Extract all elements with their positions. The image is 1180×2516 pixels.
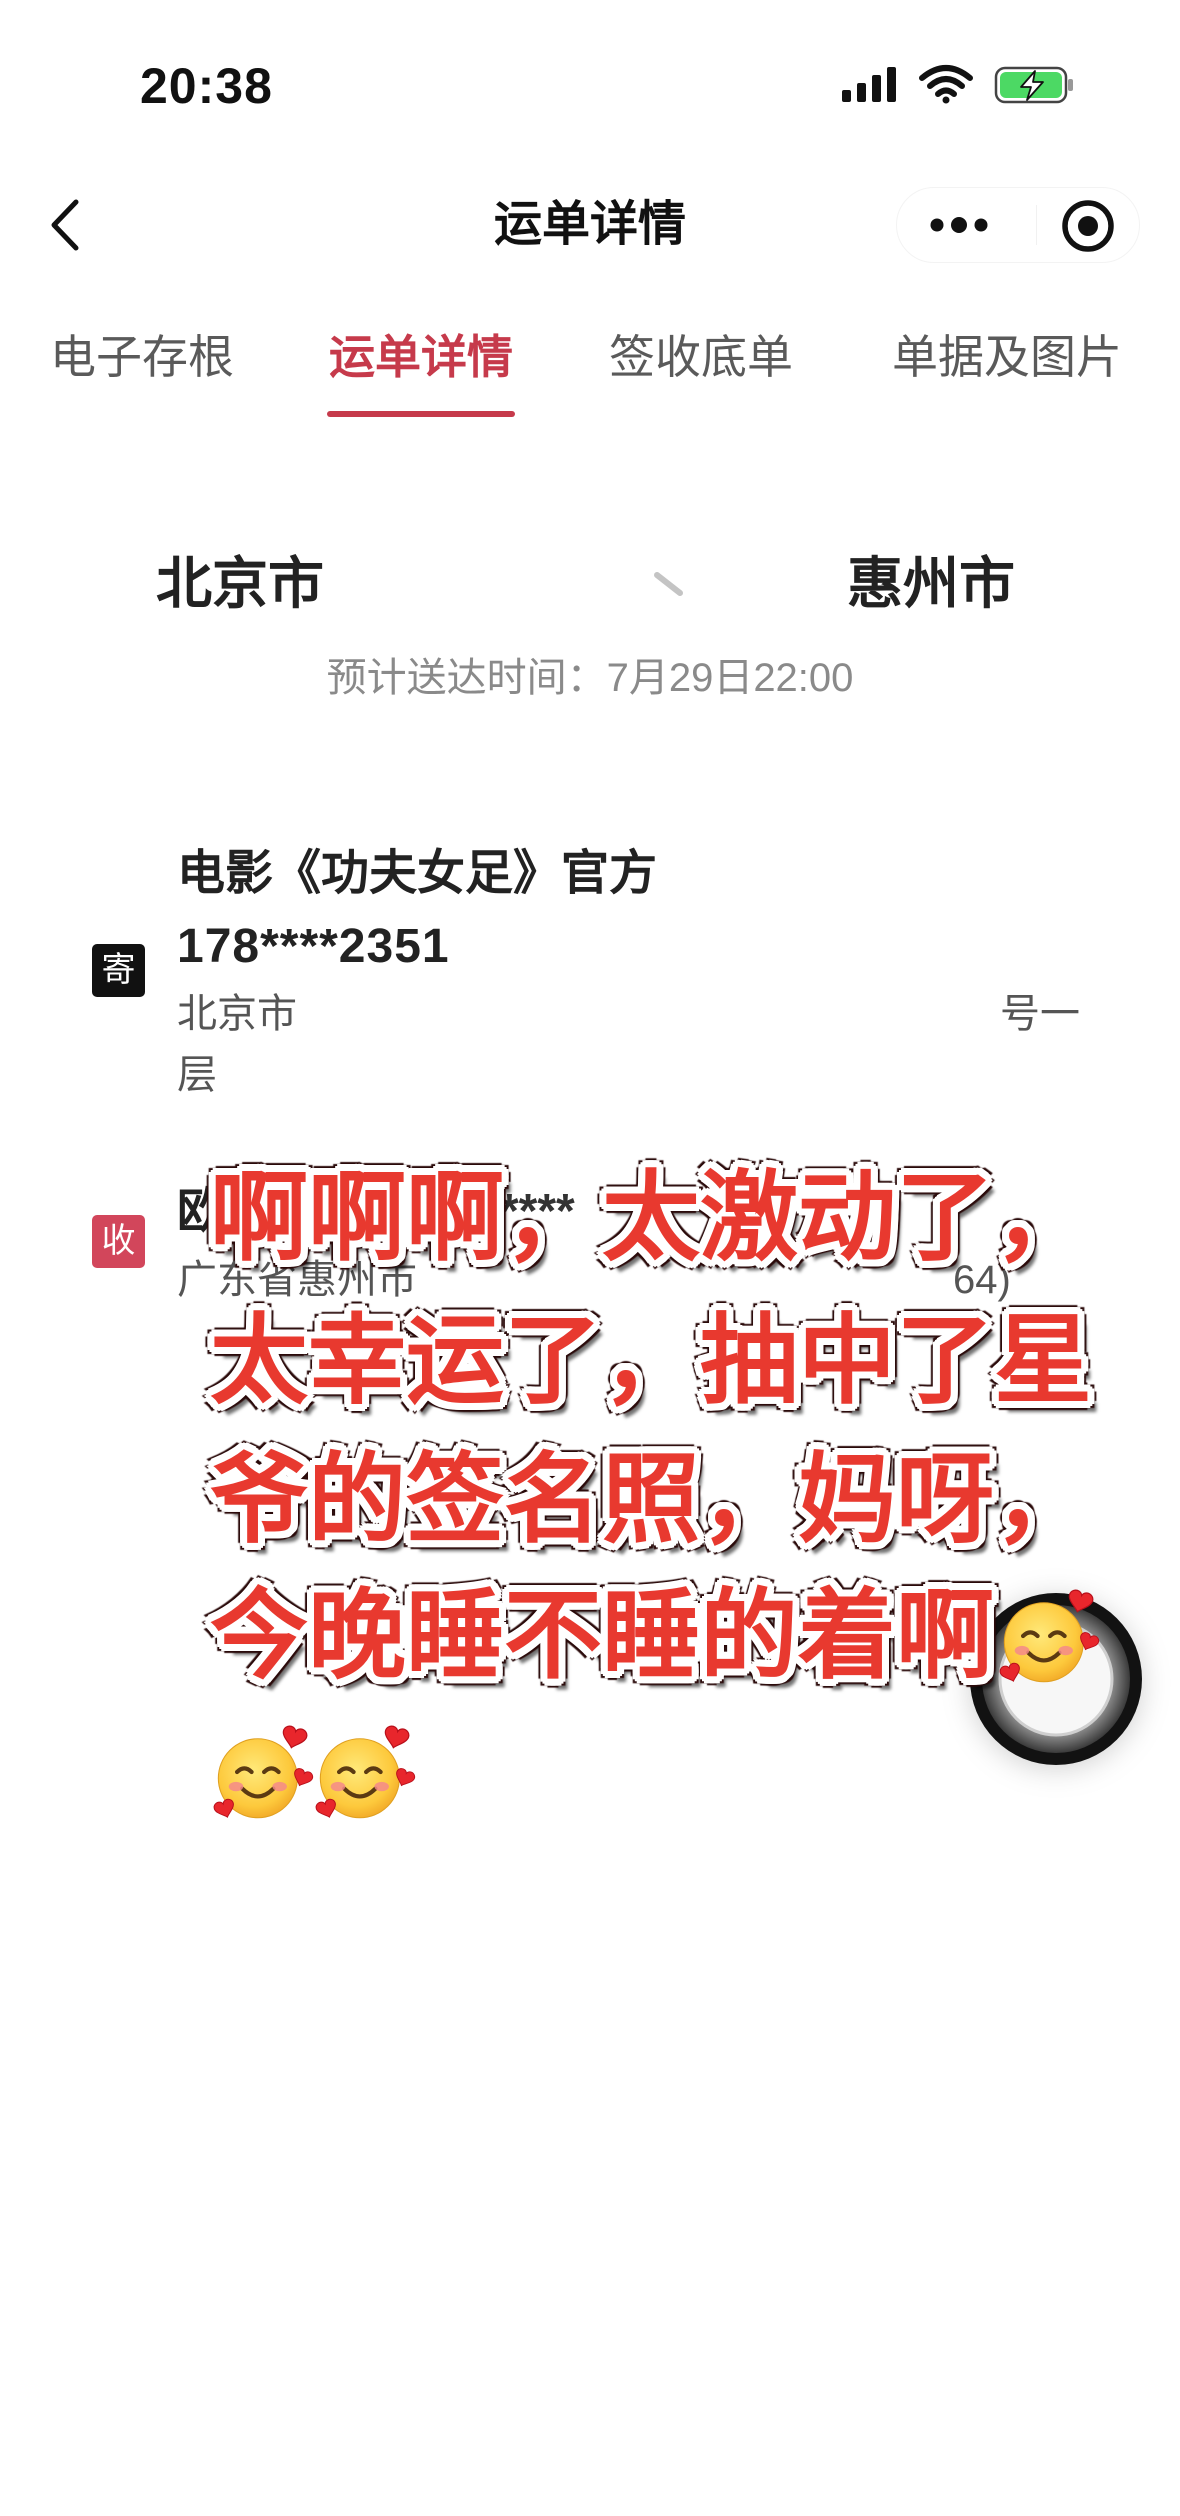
sender-phone: 178****2351 (177, 920, 450, 973)
tab-electronic-stub[interactable]: 电子存根 (48, 322, 236, 392)
status-time: 20:38 (140, 58, 273, 114)
tab-waybill-details[interactable]: 运单详情 (327, 322, 515, 392)
sender-address-start: 北京市 (177, 992, 297, 1036)
smiling-face-with-hearts-icon (312, 1720, 416, 1824)
more-dots-icon[interactable] (928, 210, 990, 240)
signal-icon (842, 67, 896, 102)
sender-address-end: 号一 (1000, 992, 1080, 1036)
sender-address-line2: 层 (177, 1053, 217, 1097)
capsule-divider (1036, 205, 1037, 245)
active-tab-indicator (327, 411, 515, 417)
destination-city: 惠州市 (847, 552, 1015, 615)
wifi-icon (919, 65, 973, 104)
smiling-face-with-hearts-icon (210, 1720, 314, 1824)
sender-name: 电影《功夫女足》官方 (177, 847, 658, 900)
tab-signed-receipt[interactable]: 签收底单 (607, 322, 795, 392)
tab-documents-images[interactable]: 单据及图片 (890, 322, 1124, 392)
route-arrow-icon (488, 572, 683, 596)
overlay-caption-line: 太幸运了，抽中了星 (210, 1305, 1093, 1415)
receiver-badge: 收 (92, 1215, 145, 1268)
origin-city: 北京市 (156, 552, 324, 615)
overlay-caption-line: 爷的签名照，妈呀， (210, 1444, 1093, 1554)
smiling-face-with-hearts-icon (996, 1584, 1100, 1688)
overlay-caption-line: 今晚睡不睡的着啊 (210, 1580, 995, 1690)
sender-badge: 寄 (92, 944, 145, 997)
estimated-delivery-time: 预计送达时间：7月29日22:00 (326, 656, 854, 700)
overlay-caption-line: 啊啊啊，太激动了， (210, 1162, 1093, 1272)
record-target-icon[interactable] (1060, 198, 1116, 254)
battery-charging-icon (994, 66, 1073, 104)
